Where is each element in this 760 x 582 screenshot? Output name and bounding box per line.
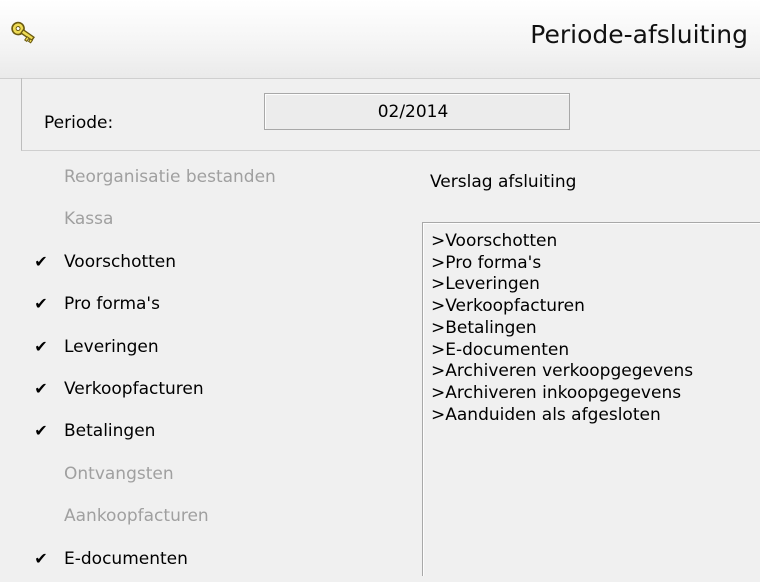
log-line: >Aanduiden als afgesloten (431, 404, 661, 425)
step-item: ✔ Verkoopfacturen (24, 370, 404, 412)
step-checklist: Reorganisatie bestanden Kassa ✔ Voorschotte… (24, 158, 404, 582)
step-item: ✔ Leveringen (24, 328, 404, 370)
log-line: >Betalingen (431, 317, 537, 338)
step-label: Aankoopfacturen (64, 506, 209, 527)
step-label: E-documenten (64, 548, 188, 569)
step-label: Voorschotten (64, 251, 177, 272)
step-item: Kassa (24, 200, 404, 242)
step-item: Reorganisatie bestanden (24, 158, 404, 200)
log-line: >E-documenten (431, 339, 570, 360)
step-label: Leveringen (64, 336, 159, 357)
key-icon (11, 21, 35, 44)
step-label: Pro forma's (64, 294, 160, 315)
log-line: >Pro forma's (431, 252, 542, 273)
step-label: Reorganisatie bestanden (64, 167, 276, 187)
checkmark-icon: ✔ (34, 378, 48, 398)
periode-label: Periode: (44, 113, 114, 133)
log-line: >Leveringen (431, 274, 540, 295)
verslag-label: Verslag afsluiting (430, 172, 577, 192)
step-label: Betalingen (64, 421, 156, 442)
step-item: ✔ Voorschotten (24, 243, 404, 285)
checkmark-icon: ✔ (34, 336, 48, 356)
step-label: Ontvangsten (64, 463, 174, 484)
step-label: Kassa (64, 209, 114, 230)
log-line: >Voorschotten (431, 231, 558, 251)
log-line: >Archiveren verkoopgegevens (431, 361, 694, 382)
window-title: Periode-afsluiting (530, 20, 748, 49)
periode-field[interactable]: 02/2014 (264, 93, 570, 130)
checkmark-icon: ✔ (34, 548, 48, 568)
log-line: >Verkoopfacturen (431, 296, 585, 317)
verslag-log[interactable]: >Voorschotten >Pro forma's >Leveringen >Ver… (422, 222, 760, 576)
step-item: ✔ Betalingen (24, 412, 404, 454)
checkmark-icon: ✔ (34, 421, 48, 441)
step-item: ✔ Pro forma's (24, 285, 404, 327)
log-line: >Archiveren inkoopgegevens (431, 382, 682, 403)
step-item: Ontvangsten (24, 455, 404, 497)
checkmark-icon: ✔ (34, 294, 48, 314)
title-bar: Periode-afsluiting (0, 0, 760, 79)
step-item: Aankoopfacturen (24, 497, 404, 539)
step-label: Verkoopfacturen (64, 378, 204, 399)
checkmark-icon: ✔ (34, 251, 48, 271)
